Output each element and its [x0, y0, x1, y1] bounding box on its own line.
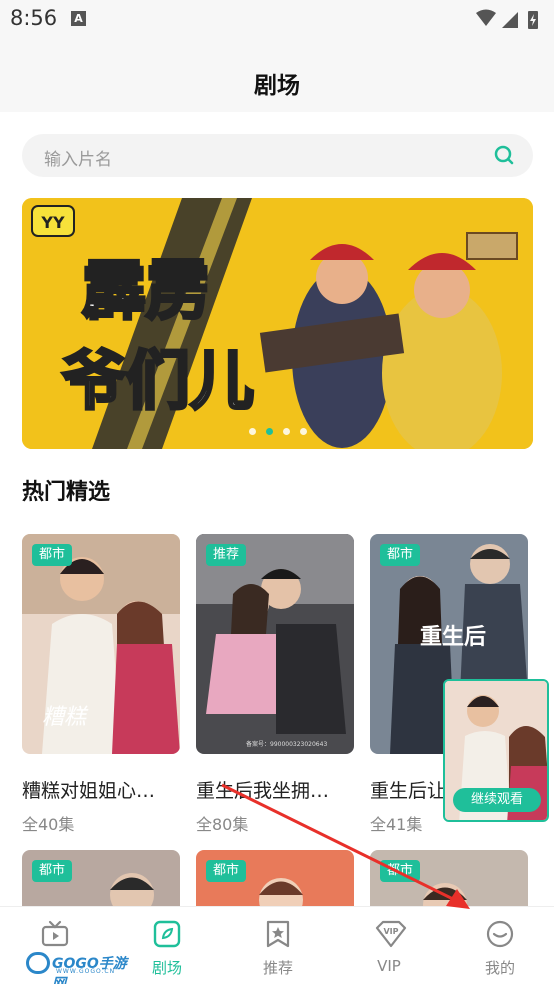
section-title: 热门精选	[22, 480, 111, 505]
genre-tag: 都市	[32, 544, 73, 566]
app-header: 剧场	[0, 40, 554, 112]
svg-text:备案号：990000323020643: 备案号：990000323020643	[246, 740, 327, 748]
genre-tag: 都市	[32, 860, 73, 882]
continue-watching-button[interactable]: 继续观看	[453, 788, 541, 812]
tab-label: VIP	[377, 957, 401, 975]
page-title: 剧场	[254, 73, 300, 99]
tab-label: 推荐	[262, 959, 293, 977]
svg-text:重生后: 重生后	[420, 624, 486, 650]
notification-a-icon: A	[71, 11, 86, 26]
status-time: 8:56	[10, 6, 58, 30]
drama-title[interactable]: 糟糕对姐姐心…	[22, 776, 180, 803]
wifi-icon	[476, 9, 496, 26]
search-bar[interactable]: 输入片名	[22, 134, 533, 177]
genre-tag: 都市	[206, 860, 247, 882]
carousel-dot[interactable]	[282, 428, 290, 435]
search-icon[interactable]	[493, 144, 515, 166]
drama-title[interactable]: 重生后我坐拥…	[196, 776, 354, 803]
watermark-url: WWW.GOGO.CN	[56, 968, 116, 975]
site-watermark: GOGO手游网 WWW.GOGO.CN	[26, 950, 138, 984]
smile-icon	[486, 920, 514, 948]
tab-label: 我的	[484, 959, 515, 977]
carousel-dots[interactable]	[22, 428, 533, 435]
tv-icon	[41, 920, 69, 947]
tab-recommend[interactable]: 推荐	[223, 907, 333, 984]
continue-watching-panel[interactable]: 继续观看	[443, 679, 549, 822]
svg-text:霹雳: 霹雳	[82, 254, 210, 329]
status-bar: 8:56 A	[0, 0, 554, 40]
genre-tag: 推荐	[206, 544, 247, 566]
drama-poster[interactable]: 备案号：990000323020643 推荐	[196, 534, 354, 754]
carousel-dot[interactable]	[299, 428, 307, 435]
theater-icon	[153, 920, 181, 948]
svg-text:糟糕: 糟糕	[42, 705, 89, 730]
svg-text:爷们儿: 爷们儿	[62, 344, 254, 419]
tab-mine[interactable]: 我的	[445, 907, 554, 984]
system-status-icons	[476, 9, 538, 29]
tab-vip[interactable]: VIP VIP	[334, 907, 444, 984]
genre-tag: 都市	[380, 860, 421, 882]
carousel-dot-active[interactable]	[265, 428, 273, 435]
drama-poster[interactable]: 糟糕 都市	[22, 534, 180, 754]
episode-count: 全80集	[196, 815, 249, 834]
banner-badge: YY	[40, 213, 65, 232]
svg-text:VIP: VIP	[383, 927, 398, 936]
carousel-dot[interactable]	[248, 428, 256, 435]
watermark-logo-icon	[26, 952, 50, 974]
episode-count: 全40集	[22, 815, 75, 834]
search-input[interactable]: 输入片名	[44, 145, 112, 170]
star-bookmark-icon	[266, 920, 290, 948]
banner-artwork: YY 霹雳 爷们儿	[22, 198, 533, 449]
signal-icon	[502, 12, 518, 28]
genre-tag: 都市	[380, 544, 421, 566]
episode-count: 全41集	[370, 815, 423, 834]
vip-diamond-icon: VIP	[375, 920, 407, 948]
banner-carousel[interactable]: YY 霹雳 爷们儿	[22, 198, 533, 449]
